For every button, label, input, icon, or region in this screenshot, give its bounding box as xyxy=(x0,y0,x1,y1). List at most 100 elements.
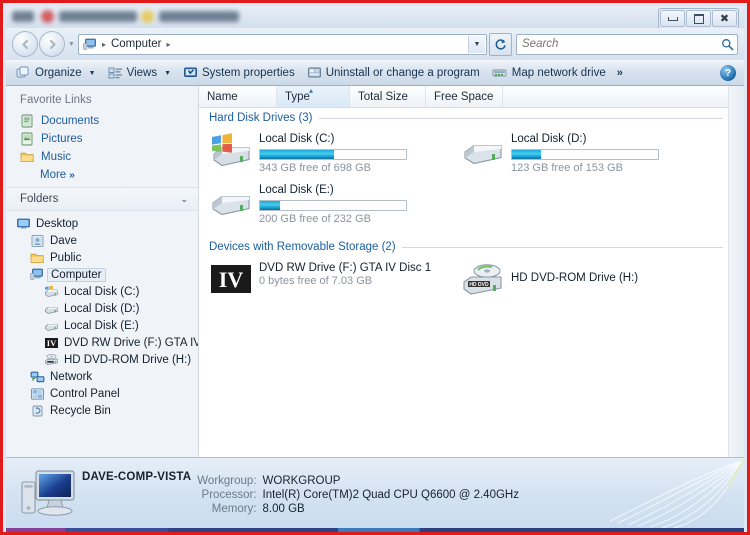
sidebar-label-documents: Documents xyxy=(41,115,100,127)
windows-drive-icon xyxy=(44,285,59,299)
drive-tile[interactable]: Local Disk (E:) 200 GB free of 232 GB xyxy=(207,180,459,231)
column-header-name[interactable]: Name xyxy=(199,86,277,107)
capacity-text: 0 bytes free of 7.03 GB xyxy=(259,275,373,287)
drive-tile[interactable]: Local Disk (C:) 343 GB free of 698 GB xyxy=(207,129,459,180)
column-header-filler xyxy=(503,86,744,107)
column-header-type[interactable]: Type ▴ xyxy=(277,86,350,107)
search-input[interactable] xyxy=(520,38,721,50)
detail-label: Memory: xyxy=(211,503,257,515)
music-folder-icon xyxy=(20,150,35,164)
group-divider xyxy=(401,246,724,248)
drive-tile[interactable]: HD DVD HD DVD-ROM Drive (H:) xyxy=(459,258,711,305)
bookmark-blur-1 xyxy=(12,11,34,22)
network-icon xyxy=(30,370,45,384)
minimize-button[interactable] xyxy=(660,10,685,27)
map-network-drive-icon xyxy=(492,69,507,77)
gta-iv-disc-icon: IV xyxy=(44,336,59,350)
tree-item-control-panel[interactable]: Control Panel xyxy=(6,385,198,402)
tree-item-public[interactable]: Public xyxy=(6,249,198,266)
svg-text:HD DVD: HD DVD xyxy=(469,282,489,288)
close-button[interactable]: ✖ xyxy=(712,10,737,27)
tree-item-network[interactable]: Network xyxy=(6,368,198,385)
map-network-drive-button[interactable]: Map network drive xyxy=(486,63,612,83)
breadcrumb-dropdown-button[interactable]: ▼ xyxy=(468,35,485,53)
tree-item-dave[interactable]: Dave xyxy=(6,232,198,249)
detail-value: WORKGROUP xyxy=(262,475,341,487)
forward-button[interactable] xyxy=(39,31,65,57)
system-properties-label: System properties xyxy=(202,67,295,79)
group-header-1[interactable]: Devices with Removable Storage (2)▴ xyxy=(199,237,744,256)
organize-icon xyxy=(16,66,29,78)
breadcrumb-computer[interactable]: Computer xyxy=(109,38,164,50)
group-items-0: Local Disk (C:) 343 GB free of 698 GB Loca… xyxy=(199,127,744,237)
tree-item-label: DVD RW Drive (F:) GTA IV xyxy=(64,336,198,349)
sidebar-more-label: More xyxy=(40,169,67,181)
maximize-button[interactable] xyxy=(686,10,711,27)
sort-ascending-icon: ▴ xyxy=(309,86,314,95)
refresh-button[interactable] xyxy=(489,32,512,56)
column-header-free-space[interactable]: Free Space xyxy=(426,86,503,107)
desktop-icon xyxy=(16,217,31,231)
history-dropdown-icon[interactable]: ▼ xyxy=(68,41,75,48)
breadcrumb-separator-1[interactable]: ▸ xyxy=(163,40,173,49)
tree-item-local-disk-d[interactable]: Local Disk (D:) xyxy=(6,300,198,317)
organize-button[interactable]: Organize ▼ xyxy=(10,63,102,83)
browser-bookmark-strip xyxy=(6,6,744,28)
column-header-label: Free Space xyxy=(434,90,494,103)
sidebar-item-pictures[interactable]: Pictures xyxy=(6,130,198,148)
sidebar-more-button[interactable]: More» xyxy=(6,166,198,181)
tree-item-label: Public xyxy=(50,251,82,264)
vertical-scrollbar[interactable] xyxy=(728,86,744,457)
drive-icon xyxy=(44,302,59,316)
help-button[interactable]: ? xyxy=(720,65,736,81)
detail-label: Workgroup: xyxy=(197,475,257,487)
chevron-down-icon: ▼ xyxy=(164,69,172,77)
uninstall-icon xyxy=(307,67,321,78)
drive-name: Local Disk (D:) xyxy=(511,133,587,145)
address-bar-row: ▼ ▸ Computer ▸ ▼ xyxy=(6,28,744,60)
tree-item-recycle-bin[interactable]: Recycle Bin xyxy=(6,402,198,419)
sidebar-item-documents[interactable]: Documents xyxy=(6,112,198,130)
tree-item-label: Network xyxy=(50,370,93,383)
sidebar-label-music: Music xyxy=(41,151,72,163)
drive-icon xyxy=(44,319,59,333)
detail-label: Processor: xyxy=(201,489,257,501)
svg-text:IV: IV xyxy=(47,338,57,348)
computer-icon xyxy=(30,268,45,282)
control-panel-icon xyxy=(30,387,45,401)
folders-section-header[interactable]: Folders ⌄ xyxy=(6,187,198,211)
window-controls: ✖ xyxy=(658,8,739,29)
drive-tile[interactable]: IV DVD RW Drive (F:) GTA IV Disc 10 bytes… xyxy=(207,258,459,305)
svg-text:IV: IV xyxy=(219,267,244,292)
breadcrumb-bar[interactable]: ▸ Computer ▸ ▼ xyxy=(77,33,487,55)
navigation-pane: Favorite Links Documents Pictures Music … xyxy=(6,86,199,457)
sidebar-item-music[interactable]: Music xyxy=(6,148,198,166)
tree-item-computer[interactable]: Computer xyxy=(6,266,198,283)
documents-icon xyxy=(20,114,35,128)
search-box[interactable] xyxy=(516,33,738,55)
group-header-0[interactable]: Hard Disk Drives (3)▴ xyxy=(199,108,744,127)
capacity-text: 123 GB free of 153 GB xyxy=(511,162,623,174)
drive-tile[interactable]: Local Disk (D:) 123 GB free of 153 GB xyxy=(459,129,711,180)
drive-name: Local Disk (C:) xyxy=(259,133,335,145)
detail-value: 8.00 GB xyxy=(262,503,305,515)
tree-item-dvd-rw-drive-f-gta-iv[interactable]: IV DVD RW Drive (F:) GTA IV xyxy=(6,334,198,351)
computer-name: DAVE-COMP-VISTA xyxy=(82,471,192,483)
computer-large-icon xyxy=(16,466,82,522)
system-properties-button[interactable]: System properties xyxy=(177,63,301,83)
tree-item-desktop[interactable]: Desktop xyxy=(6,215,198,232)
tree-item-hd-dvd-rom-drive-h[interactable]: HD DVD-ROM Drive (H:) xyxy=(6,351,198,368)
tree-item-local-disk-c[interactable]: Local Disk (C:) xyxy=(6,283,198,300)
close-icon: ✖ xyxy=(719,12,730,25)
windows-drive-icon xyxy=(210,132,252,170)
group-title: Devices with Removable Storage (2) xyxy=(209,241,396,253)
organize-label: Organize xyxy=(35,67,82,79)
back-button[interactable] xyxy=(12,31,38,57)
bookmark-blur-3 xyxy=(159,11,239,22)
views-button[interactable]: Views ▼ xyxy=(102,63,177,83)
tree-item-local-disk-e[interactable]: Local Disk (E:) xyxy=(6,317,198,334)
capacity-text: 200 GB free of 232 GB xyxy=(259,213,371,225)
column-header-total-size[interactable]: Total Size xyxy=(350,86,426,107)
uninstall-button[interactable]: Uninstall or change a program xyxy=(301,63,486,83)
command-overflow-button[interactable]: » xyxy=(612,65,628,81)
